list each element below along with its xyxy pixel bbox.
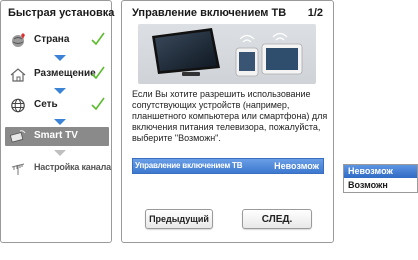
step-arrow — [54, 55, 66, 61]
step-arrow — [54, 119, 66, 125]
checkmark-icon — [91, 32, 105, 46]
step-channel-setup[interactable]: Настройка канала — [5, 159, 111, 178]
setting-value: Невозмож — [274, 161, 319, 171]
devices-illustration — [138, 24, 316, 84]
dropdown-option-disabled[interactable]: Невозмож — [344, 165, 417, 178]
antenna-icon — [10, 161, 26, 176]
setting-dropdown: Невозмож Возможн — [343, 164, 418, 193]
next-button[interactable]: СЛЕД. — [242, 209, 312, 229]
step-arrow — [54, 88, 66, 94]
previous-button[interactable]: Предыдущий — [145, 209, 213, 229]
smart-tv-icon — [10, 129, 26, 144]
quick-setup-sidebar: Быстрая установка Страна Размещение Сеть — [0, 0, 115, 243]
globe-pin-icon — [10, 33, 26, 48]
page-title: Управление включением ТВ — [132, 7, 287, 19]
home-icon — [10, 67, 26, 82]
step-placement[interactable]: Размещение — [5, 65, 109, 84]
step-label: Размещение — [34, 68, 96, 79]
step-country[interactable]: Страна — [5, 31, 109, 50]
step-label: Smart TV — [34, 130, 78, 141]
description-text: Если Вы хотите разрешить использование с… — [132, 89, 328, 143]
step-label: Страна — [34, 34, 70, 45]
checkmark-icon — [91, 66, 105, 80]
step-label: Настройка канала — [34, 162, 111, 172]
step-label: Сеть — [34, 99, 58, 110]
page-indicator: 1/2 — [307, 7, 323, 19]
checkmark-icon — [91, 97, 105, 111]
dropdown-option-enabled[interactable]: Возможн — [344, 179, 417, 192]
step-smart-tv[interactable]: Smart TV — [5, 127, 109, 146]
sidebar-title: Быстрая установка — [8, 7, 115, 19]
step-network[interactable]: Сеть — [5, 96, 109, 115]
tv-power-control-setting[interactable]: Управление включением ТВ Невозмож — [132, 158, 324, 174]
step-arrow — [54, 150, 66, 156]
setting-label: Управление включением ТВ — [135, 161, 243, 170]
network-globe-icon — [10, 98, 26, 113]
main-panel: Управление включением ТВ 1/2 Если Вы хот… — [121, 0, 334, 243]
